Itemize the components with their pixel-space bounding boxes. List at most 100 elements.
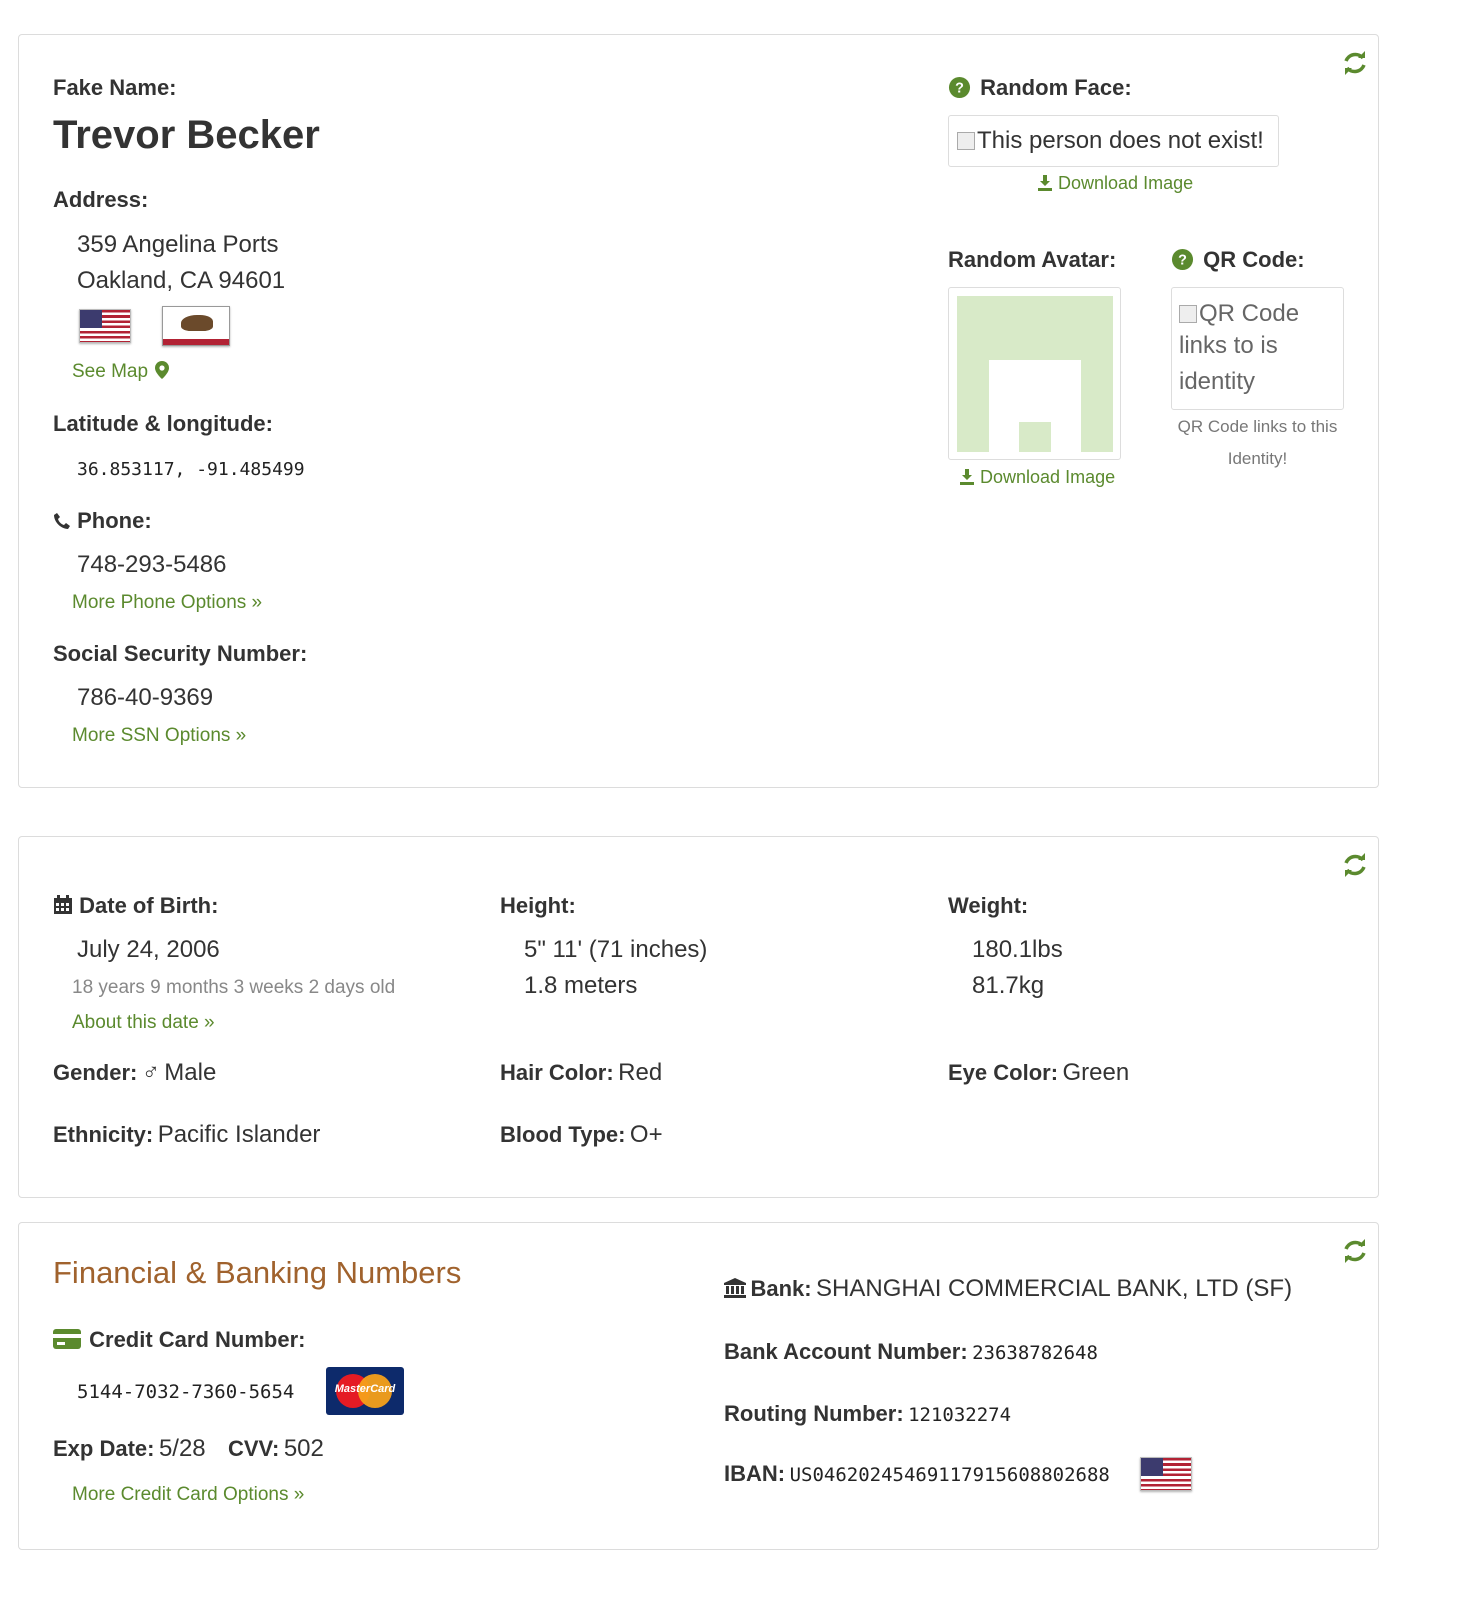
blood-value: O+ (629, 1121, 663, 1148)
random-avatar-label: Random Avatar: (948, 247, 1117, 272)
random-face-image: This person does not exist! (948, 115, 1279, 167)
ethnicity-label: Ethnicity: (53, 1122, 154, 1147)
eye-row: Eye Color: Green (948, 1059, 1129, 1087)
ssn-value: 786-40-9369 (77, 684, 214, 711)
age-text: 18 years 9 months 3 weeks 2 days old (72, 977, 396, 998)
weight-kg: 81.7kg (972, 972, 1045, 999)
eye-label: Eye Color: (948, 1060, 1059, 1085)
exp-value: 5/28 (158, 1435, 206, 1462)
latlong-label: Latitude & longitude: (53, 411, 273, 436)
credit-card-label: Credit Card Number: (89, 1327, 306, 1352)
refresh-icon[interactable] (1341, 851, 1369, 879)
see-map-label[interactable]: See Map (72, 361, 148, 382)
help-icon[interactable]: ? (948, 76, 971, 99)
ethnicity-row: Ethnicity: Pacific Islander (53, 1121, 320, 1149)
svg-text:?: ? (1178, 252, 1187, 268)
about-date-link[interactable]: About this date » (72, 1012, 215, 1034)
refresh-icon[interactable] (1341, 1237, 1369, 1265)
refresh-icon[interactable] (1341, 49, 1369, 77)
height-imperial: 5" 11' (71 inches) (524, 936, 708, 963)
download-icon (960, 469, 974, 485)
more-phone-options-link[interactable]: More Phone Options » (72, 592, 262, 614)
broken-image-icon (957, 132, 975, 150)
blood-row: Blood Type: O+ (500, 1121, 663, 1149)
qr-code-label: QR Code: (1203, 247, 1305, 272)
eye-value: Green (1062, 1059, 1130, 1086)
account-value: 23638782648 (972, 1342, 1098, 1364)
phone-label: Phone: (77, 508, 152, 533)
bank-value: SHANGHAI COMMERCIAL BANK, LTD (SF) (816, 1275, 1293, 1302)
random-face-label: Random Face: (980, 75, 1132, 100)
map-pin-icon (155, 361, 170, 379)
mastercard-logo-icon: MasterCard (326, 1367, 404, 1415)
address-label: Address: (53, 187, 149, 212)
gender-row: Gender: ♂ Male (53, 1059, 216, 1087)
dob-heading: Date of Birth: (53, 893, 218, 919)
hair-row: Hair Color: Red (500, 1059, 662, 1087)
weight-label: Weight: (948, 893, 1029, 918)
financial-heading: Financial & Banking Numbers (53, 1255, 462, 1290)
qr-alt-line2: links to is (1179, 332, 1278, 359)
physical-card: Date of Birth: July 24, 2006 18 years 9 … (18, 836, 1379, 1198)
random-face-heading: ? Random Face: (948, 75, 1132, 101)
download-face-link[interactable]: Download Image (1037, 173, 1193, 194)
blood-label: Blood Type: (500, 1122, 626, 1147)
qr-code-image[interactable]: QR Code links to is identity (1171, 287, 1344, 410)
account-label: Bank Account Number: (724, 1339, 968, 1364)
qr-code-heading: ? QR Code: (1171, 247, 1305, 273)
financial-card: Financial & Banking Numbers Credit Card … (18, 1222, 1379, 1550)
routing-label: Routing Number: (724, 1401, 904, 1426)
iban-value: US04620245469117915608802688 (789, 1464, 1110, 1486)
account-row: Bank Account Number: 23638782648 (724, 1339, 1098, 1365)
height-metric: 1.8 meters (524, 972, 638, 999)
height-label: Height: (500, 893, 576, 918)
bank-row: Bank: SHANGHAI COMMERCIAL BANK, LTD (SF) (724, 1275, 1292, 1303)
credit-card-icon (53, 1329, 81, 1349)
male-icon: ♂ (141, 1059, 160, 1086)
more-ssn-options-link[interactable]: More SSN Options » (72, 725, 246, 747)
phone-icon (54, 513, 70, 529)
help-icon[interactable]: ? (1171, 248, 1194, 271)
more-credit-card-link[interactable]: More Credit Card Options » (72, 1484, 304, 1506)
gender-label: Gender: (53, 1060, 138, 1085)
identity-card: Fake Name: Trevor Becker Address: 359 An… (18, 34, 1379, 788)
exp-row: Exp Date: 5/28 (53, 1435, 206, 1463)
download-avatar-link[interactable]: Download Image (959, 467, 1115, 488)
cvv-row: CVV: 502 (228, 1435, 324, 1463)
qr-alt-line1: QR Code (1199, 300, 1300, 327)
hair-label: Hair Color: (500, 1060, 614, 1085)
gender-value: Male (164, 1059, 217, 1086)
weight-lbs: 180.1lbs (972, 936, 1063, 963)
fake-name: Trevor Becker (53, 113, 320, 157)
us-flag-icon (79, 309, 131, 343)
ssn-label: Social Security Number: (53, 641, 308, 666)
routing-row: Routing Number: 121032274 (724, 1401, 1011, 1427)
cvv-label: CVV: (228, 1436, 280, 1461)
broken-image-icon (1179, 305, 1197, 323)
hair-value: Red (618, 1059, 663, 1086)
latlong-value: 36.853117, -91.485499 (77, 459, 305, 480)
qr-caption-line2: Identity! (1227, 449, 1288, 468)
bank-label: Bank: (750, 1276, 812, 1301)
us-flag-icon (1140, 1457, 1192, 1491)
random-avatar-image (948, 287, 1121, 460)
download-avatar-label[interactable]: Download Image (980, 467, 1115, 487)
svg-text:?: ? (955, 80, 964, 96)
dob-value: July 24, 2006 (77, 936, 220, 963)
address-line2: Oakland, CA 94601 (77, 267, 286, 294)
calendar-icon (54, 895, 72, 914)
california-flag-icon (162, 306, 230, 346)
bank-icon (724, 1278, 746, 1298)
fake-name-label: Fake Name: (53, 75, 177, 100)
iban-label: IBAN: (724, 1461, 786, 1486)
see-map-link[interactable]: See Map (72, 361, 170, 383)
iban-row: IBAN: US04620245469117915608802688 (724, 1461, 1110, 1487)
ethnicity-value: Pacific Islander (157, 1121, 321, 1148)
phone-heading: Phone: (53, 508, 152, 534)
download-face-label[interactable]: Download Image (1058, 173, 1193, 193)
qr-caption-line1: QR Code links to this (1177, 417, 1338, 436)
qr-alt-line3: identity (1179, 368, 1256, 395)
dob-label: Date of Birth: (79, 893, 219, 918)
mastercard-logo-text: MasterCard (334, 1383, 396, 1395)
face-alt-text: This person does not exist! (977, 127, 1264, 154)
